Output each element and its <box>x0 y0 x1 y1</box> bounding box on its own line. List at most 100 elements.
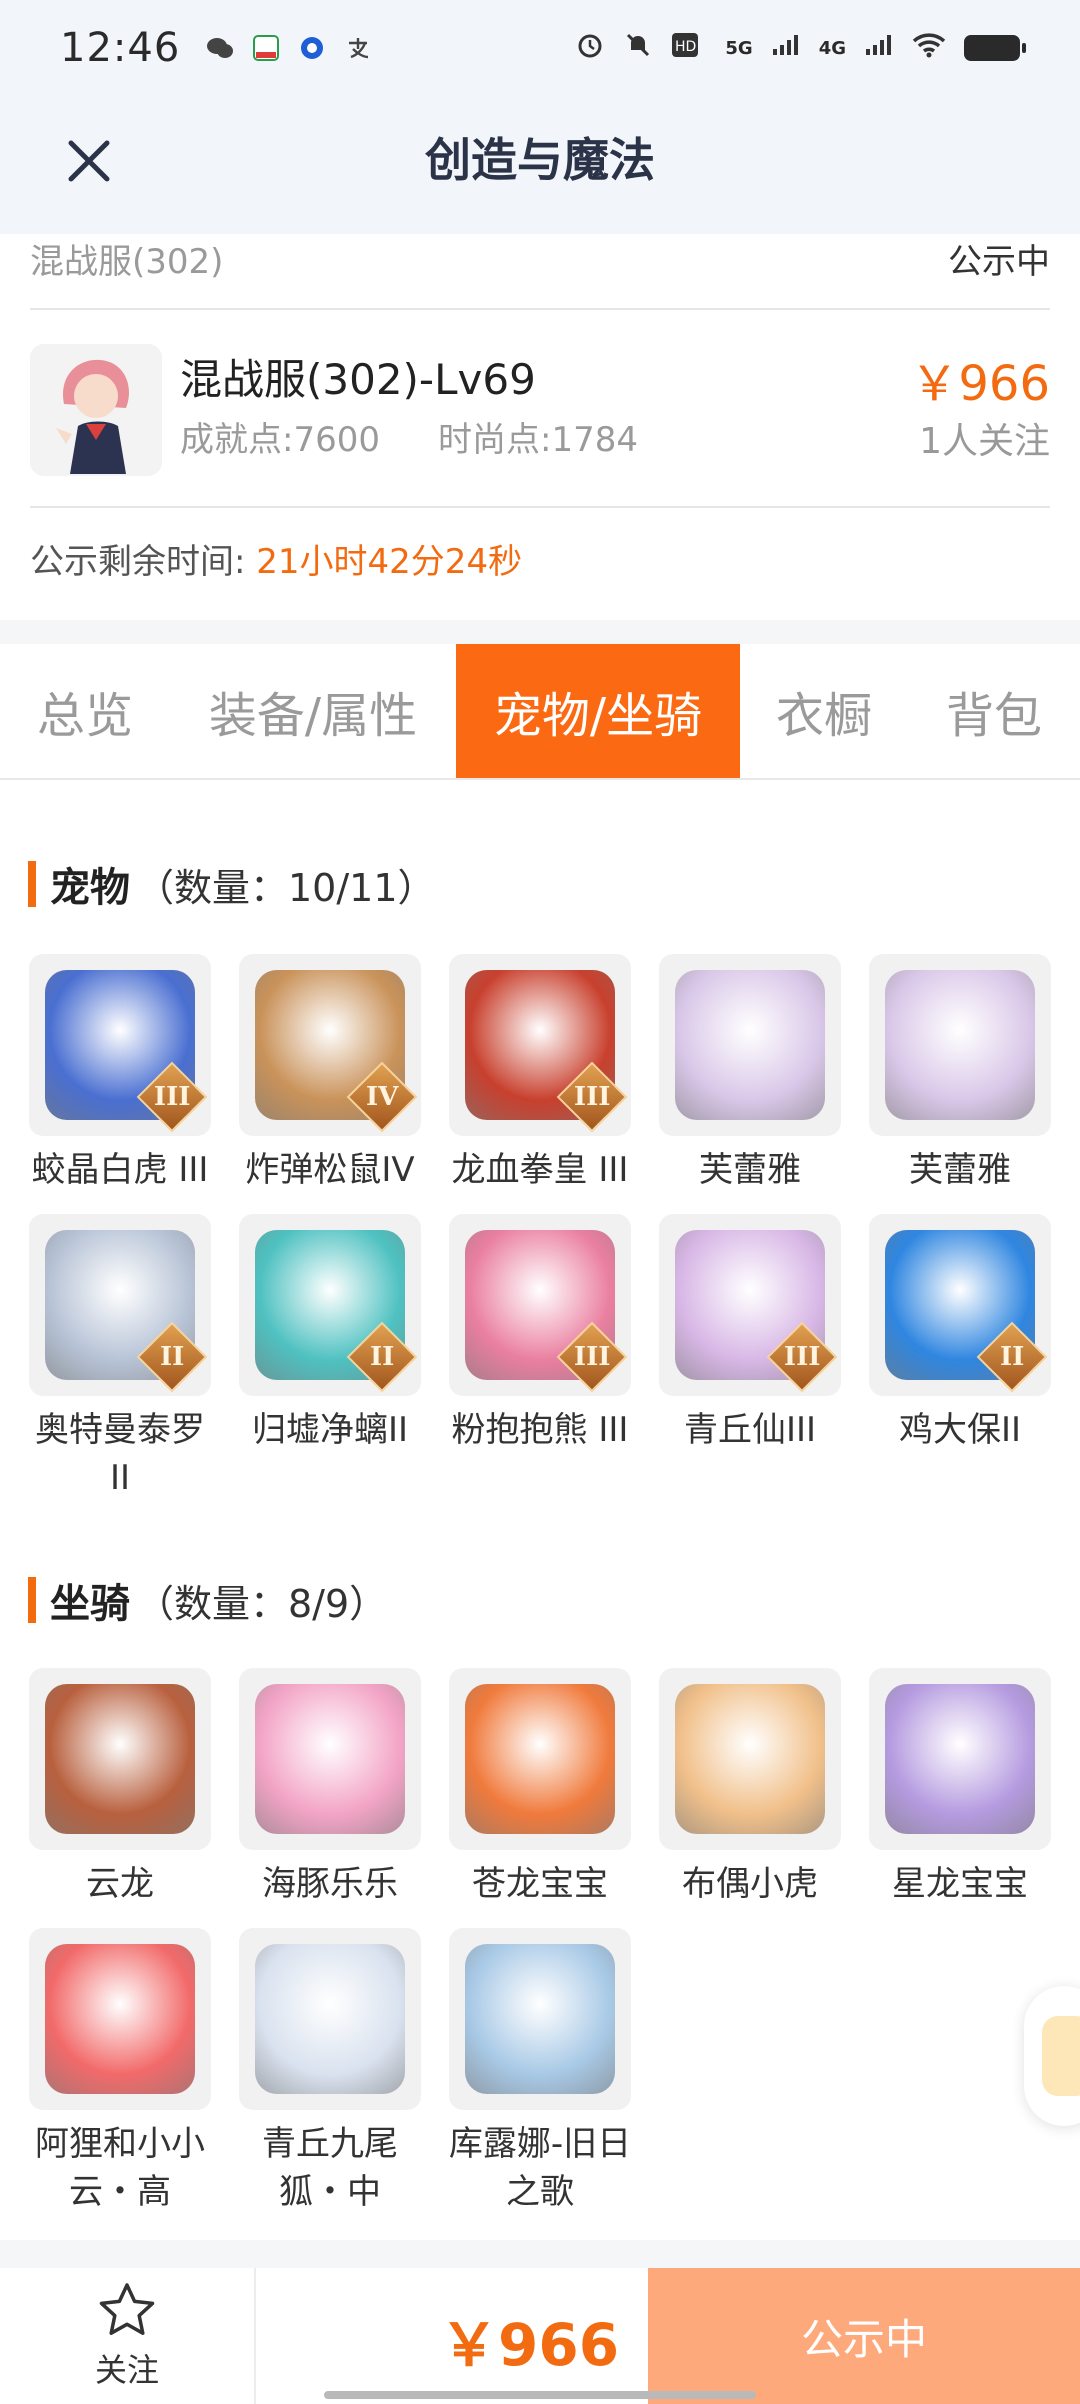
signal-icon-2 <box>864 33 894 63</box>
character-art <box>885 970 1035 1120</box>
pet-card[interactable]: 芙蕾雅 <box>658 954 842 1194</box>
previous-listing-row: 混战服(302) 公示中 <box>30 234 1050 310</box>
pet-thumbnail: III <box>449 954 631 1136</box>
mount-thumbnail <box>869 1668 1051 1850</box>
pet-card[interactable]: 芙蕾雅 <box>868 954 1052 1194</box>
mount-thumbnail <box>449 1928 631 2110</box>
tier-badge-label: III <box>153 1082 191 1112</box>
floating-side-button-icon <box>1042 2016 1080 2096</box>
listing-price: ￥966 <box>910 356 1050 412</box>
pet-card[interactable]: III 青丘仙III <box>658 1214 842 1454</box>
character-avatar <box>30 344 162 476</box>
pet-name: 炸弹松鼠IV <box>245 1150 415 1190</box>
pet-name: 粉抱抱熊 III <box>451 1410 629 1450</box>
mount-card[interactable]: 星龙宝宝 <box>868 1668 1052 1908</box>
wechat-icon <box>206 34 234 62</box>
pet-card[interactable]: II 奥特曼泰罗II <box>28 1214 212 1502</box>
tab-wardrobe[interactable]: 衣橱 <box>740 644 908 778</box>
tab-pets-mounts[interactable]: 宠物/坐骑 <box>456 644 740 778</box>
announcement-timer: 公示剩余时间: 21小时42分24秒 <box>30 534 522 583</box>
tab-backpack[interactable]: 背包 <box>908 644 1080 778</box>
mount-name: 阿狸和小小云・高 <box>35 2124 205 2212</box>
detail-tabs: 总览 装备/属性 宠物/坐骑 衣橱 背包 <box>0 644 1080 780</box>
timer-label: 公示剩余时间: <box>30 542 246 582</box>
character-art <box>45 1684 195 1834</box>
follow-label: 关注 <box>94 2351 159 2389</box>
follower-count: 1人关注 <box>919 421 1050 462</box>
status-bar: 12:46 HD 5G 4G <box>0 0 1080 96</box>
character-art <box>45 1944 195 2094</box>
pet-card[interactable]: II 鸡大保II <box>868 1214 1052 1454</box>
pet-thumbnail: IV <box>239 954 421 1136</box>
pet-card[interactable]: II 归墟净螭II <box>238 1214 422 1454</box>
follow-button[interactable]: 关注 <box>0 2268 256 2404</box>
pet-thumbnail <box>659 954 841 1136</box>
character-art <box>465 1944 615 2094</box>
mount-card[interactable]: 布偶小虎 <box>658 1668 842 1908</box>
tier-badge-label: III <box>573 1342 611 1372</box>
network-5g-label: 5G <box>725 37 753 59</box>
bottom-price: ￥966 <box>440 2311 620 2379</box>
character-art <box>675 1684 825 1834</box>
previous-server-name: 混战服(302) <box>30 242 224 282</box>
pets-grid: III 蛟晶白虎 III IV 炸弹松鼠IV III 龙血拳皇 III 芙蕾雅 芙蕾雅 II 奥特… <box>28 954 1052 1514</box>
mount-name: 苍龙宝宝 <box>472 1864 608 1904</box>
mount-name: 云龙 <box>86 1864 154 1904</box>
browser-icon <box>298 34 326 62</box>
achievement-points: 成就点:7600 <box>180 420 380 460</box>
pet-card[interactable]: III 蛟晶白虎 III <box>28 954 212 1194</box>
mute-icon <box>623 30 653 66</box>
mount-name: 青丘九尾狐・中 <box>262 2124 398 2212</box>
bottom-action-bar: 关注 ￥966 公示中 <box>0 2268 1080 2404</box>
pet-name: 芙蕾雅 <box>699 1150 801 1190</box>
mount-card[interactable]: 苍龙宝宝 <box>448 1668 632 1908</box>
mount-card[interactable]: 阿狸和小小云・高 <box>28 1928 212 2216</box>
pet-thumbnail: II <box>239 1214 421 1396</box>
page-title: 创造与魔法 <box>425 133 655 187</box>
listing-item-row[interactable]: 混战服(302)-Lv69 成就点:7600 时尚点:1784 ￥966 1人关… <box>30 312 1050 508</box>
tier-badge-label: II <box>369 1341 395 1372</box>
mount-thumbnail <box>449 1668 631 1850</box>
announcement-status-button[interactable]: 公示中 <box>648 2268 1080 2404</box>
network-4g-label: 4G <box>818 37 846 59</box>
notification-icons <box>206 34 372 62</box>
wifi-icon <box>912 32 946 64</box>
section-accent-bar <box>28 861 36 907</box>
mount-thumbnail <box>29 1668 211 1850</box>
mount-name: 库露娜-旧日之歌 <box>448 2124 632 2212</box>
pet-thumbnail: III <box>449 1214 631 1396</box>
status-time: 12:46 <box>60 25 181 71</box>
pet-name: 奥特曼泰罗II <box>35 1410 205 1498</box>
tab-overview[interactable]: 总览 <box>0 644 170 778</box>
listing-stats: 成就点:7600 时尚点:1784 <box>180 412 638 461</box>
pet-thumbnail: II <box>29 1214 211 1396</box>
mount-card[interactable]: 青丘九尾狐・中 <box>238 1928 422 2216</box>
pet-thumbnail <box>869 954 1051 1136</box>
pet-card[interactable]: IV 炸弹松鼠IV <box>238 954 422 1194</box>
section-divider <box>0 620 1080 644</box>
fashion-points: 时尚点:1784 <box>437 420 638 460</box>
star-icon <box>99 2283 155 2335</box>
mount-card[interactable]: 云龙 <box>28 1668 212 1908</box>
pet-thumbnail: III <box>659 1214 841 1396</box>
pet-card[interactable]: III 龙血拳皇 III <box>448 954 632 1194</box>
mount-card[interactable]: 海豚乐乐 <box>238 1668 422 1908</box>
tab-equipment-attributes[interactable]: 装备/属性 <box>170 644 456 778</box>
pet-thumbnail: II <box>869 1214 1051 1396</box>
timer-value: 21小时42分24秒 <box>256 542 523 582</box>
pet-name: 龙血拳皇 III <box>451 1150 629 1190</box>
pet-card[interactable]: III 粉抱抱熊 III <box>448 1214 632 1454</box>
floating-side-button[interactable] <box>1024 1986 1080 2126</box>
mount-thumbnail <box>29 1928 211 2110</box>
mount-name: 布偶小虎 <box>682 1864 818 1904</box>
tier-badge-label: III <box>573 1082 611 1112</box>
mount-card[interactable]: 库露娜-旧日之歌 <box>448 1928 632 2216</box>
tier-badge-label: II <box>159 1341 185 1372</box>
mounts-section-header: 坐骑 （数量：8/9） <box>28 1574 387 1627</box>
character-art <box>675 970 825 1120</box>
character-art <box>465 1684 615 1834</box>
mount-thumbnail <box>659 1668 841 1850</box>
mount-name: 海豚乐乐 <box>262 1864 398 1904</box>
tier-badge-label: III <box>783 1342 821 1372</box>
mount-thumbnail <box>239 1928 421 2110</box>
